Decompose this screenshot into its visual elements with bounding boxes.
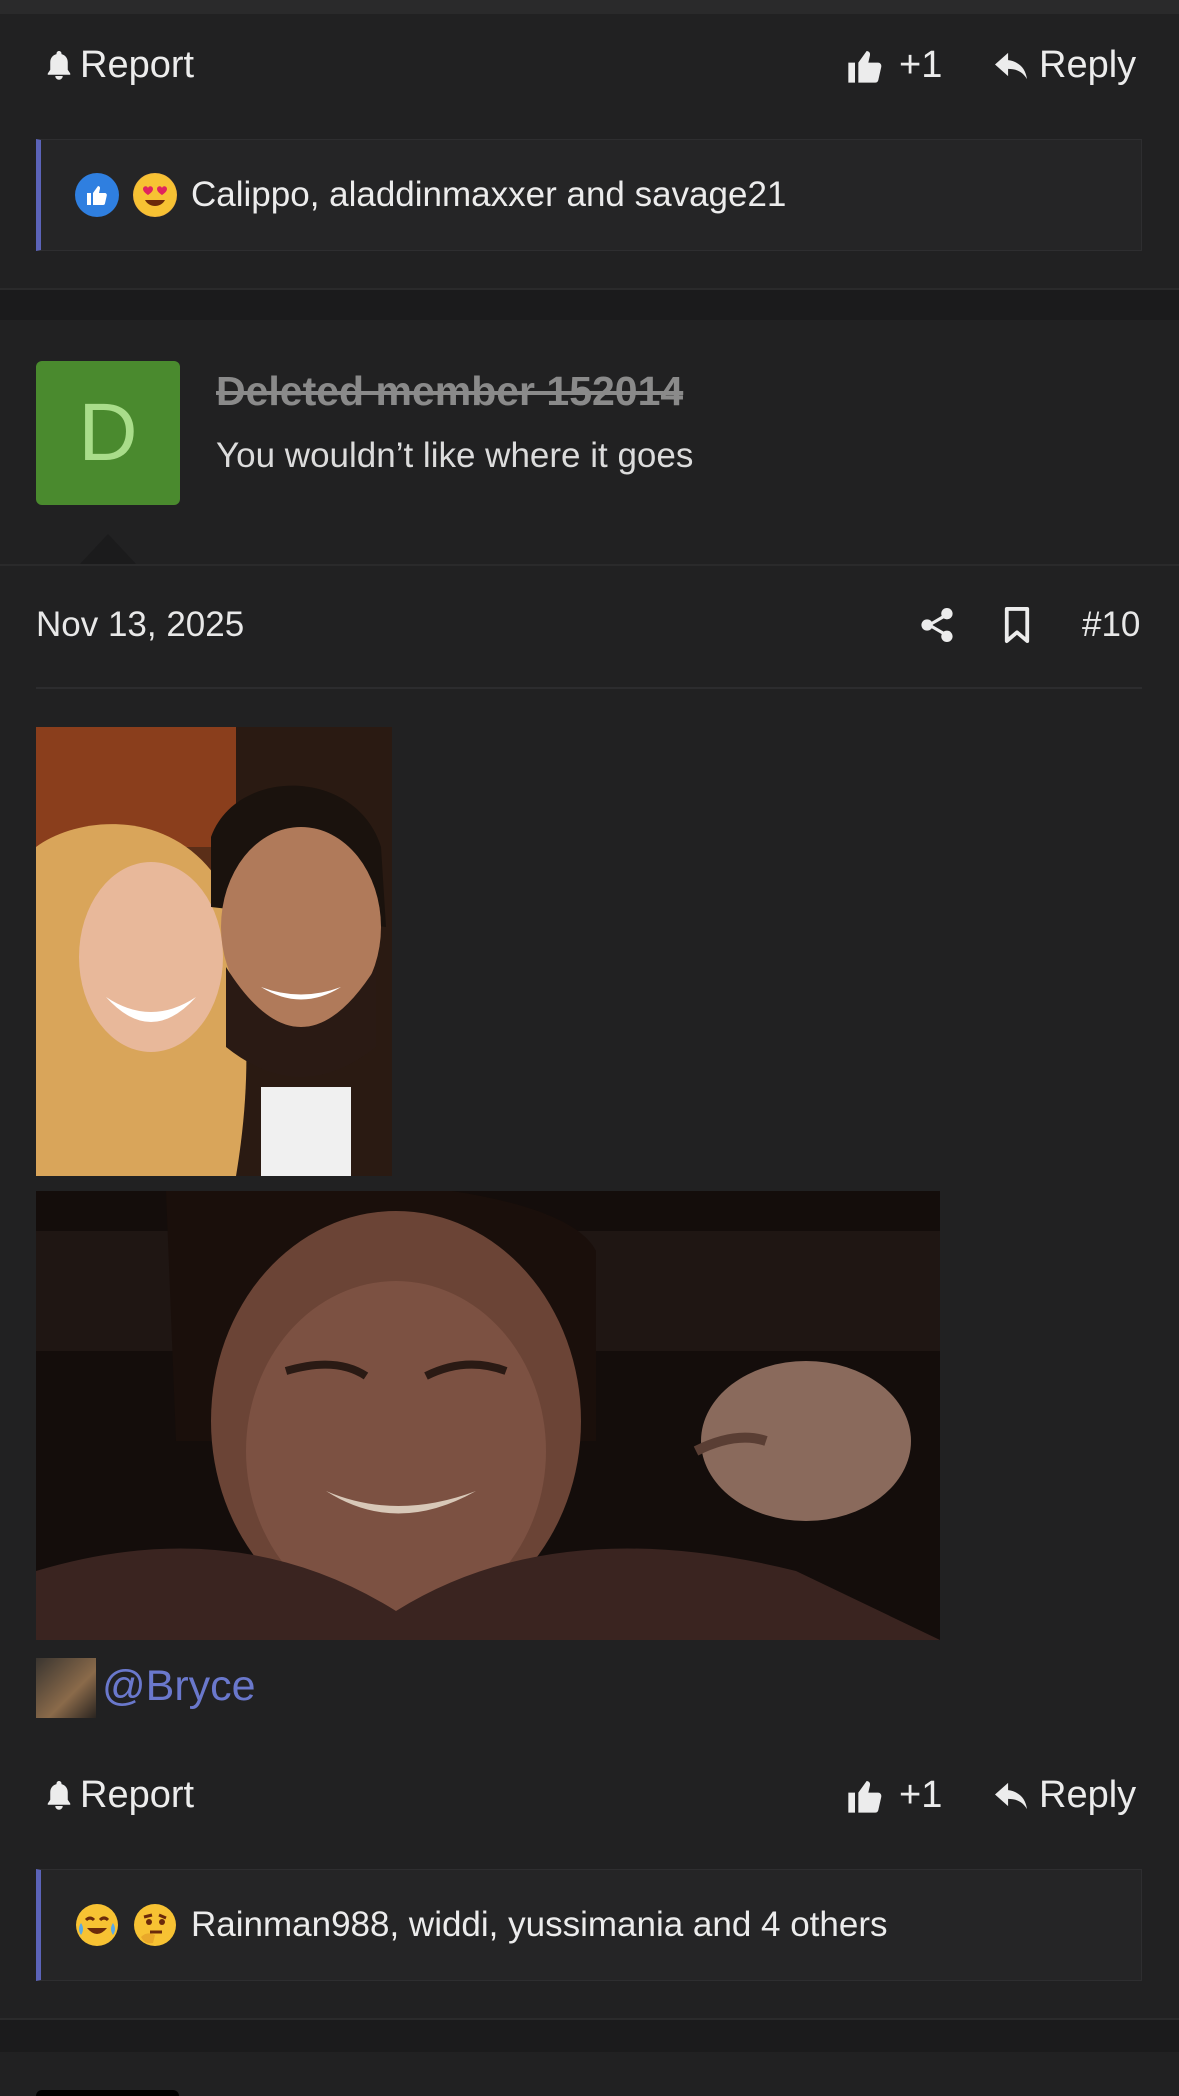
top-strip [0, 0, 1179, 14]
report-button[interactable]: Report [44, 1774, 194, 1817]
bookmark-icon[interactable] [1002, 606, 1032, 644]
love-reaction-icon [133, 173, 177, 217]
mention-avatar[interactable] [36, 1658, 96, 1718]
report-label: Report [80, 44, 195, 86]
reply-label: Reply [1039, 44, 1137, 86]
reply-icon [995, 52, 1027, 79]
thumbs-up-icon [848, 50, 882, 83]
reply-button[interactable]: Reply [993, 1774, 1136, 1817]
reactions-bar[interactable]: Calippo, aladdinmaxxer and savage21 [36, 139, 1142, 251]
reply-icon [995, 1782, 1027, 1809]
user-title: You wouldn’t like where it goes [216, 436, 694, 475]
reactions-text[interactable]: Calippo, aladdinmaxxer and savage21 [191, 175, 786, 215]
post-date[interactable]: Nov 13, 2025 [36, 605, 244, 645]
username[interactable]: Deleted member 152014 [216, 368, 683, 415]
next-avatar-edge [36, 2090, 179, 2096]
reply-label: Reply [1039, 1774, 1137, 1816]
post-actions-bar: Report +1 Reply [0, 14, 1179, 114]
smiling-man-gif[interactable] [36, 1191, 940, 1640]
avatar-letter: D [78, 387, 138, 478]
like-button[interactable]: +1 [845, 1774, 942, 1817]
share-icon[interactable] [920, 606, 954, 644]
bell-icon [47, 1780, 71, 1810]
like-count: +1 [899, 1774, 943, 1816]
like-button[interactable]: +1 [845, 44, 942, 87]
thinking-reaction-icon [133, 1903, 177, 1947]
reply-button[interactable]: Reply [993, 44, 1136, 87]
meta-divider [36, 687, 1142, 689]
mention-link[interactable]: @Bryce [102, 1662, 256, 1711]
like-count: +1 [899, 44, 943, 86]
report-button[interactable]: Report [44, 44, 194, 87]
report-label: Report [80, 1774, 195, 1816]
bell-icon [47, 50, 71, 80]
reactions-text[interactable]: Rainman988, widdi, yussimania and 4 othe… [191, 1905, 888, 1945]
laughing-crying-reaction-icon [75, 1903, 119, 1947]
post-number[interactable]: #10 [1082, 605, 1140, 645]
couple-photo[interactable] [36, 727, 392, 1176]
post-gap [0, 2020, 1179, 2052]
reactions-bar[interactable]: Rainman988, widdi, yussimania and 4 othe… [36, 1869, 1142, 1981]
thumbs-up-icon [848, 1780, 882, 1813]
post-gap [0, 290, 1179, 320]
avatar[interactable]: D [36, 361, 180, 505]
header-pointer [80, 534, 136, 564]
next-post-bg [0, 2052, 1179, 2096]
like-reaction-icon [75, 173, 119, 217]
